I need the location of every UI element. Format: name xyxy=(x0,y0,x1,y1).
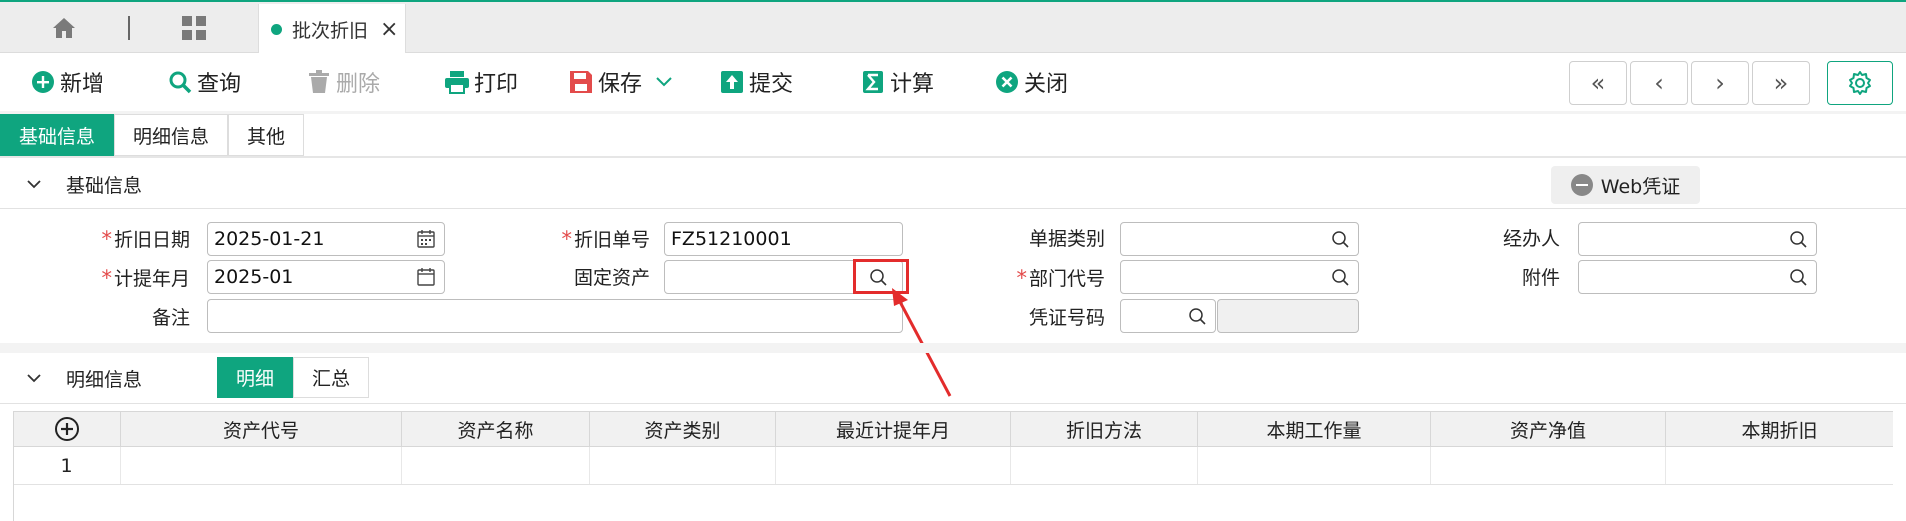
column-header[interactable]: 本期工作量 xyxy=(1198,412,1431,446)
grid-left-border xyxy=(13,411,14,521)
column-header[interactable]: 本期折旧 xyxy=(1666,412,1893,446)
table-cell[interactable] xyxy=(1011,447,1198,484)
table-cell[interactable] xyxy=(1198,447,1431,484)
column-header[interactable]: 资产净值 xyxy=(1431,412,1666,446)
table-cell[interactable] xyxy=(121,447,402,484)
detail-grid: 资产代号 资产名称 资产类别 最近计提年月 折旧方法 本期工作量 资产净值 本期… xyxy=(13,411,1893,485)
column-header[interactable]: 资产代号 xyxy=(121,412,402,446)
table-cell[interactable] xyxy=(1431,447,1666,484)
plus-circle-icon xyxy=(54,417,79,441)
table-cell[interactable] xyxy=(402,447,590,484)
table-cell[interactable] xyxy=(1666,447,1893,484)
add-row-button[interactable] xyxy=(13,412,121,446)
detail-divider xyxy=(0,403,1906,404)
row-index: 1 xyxy=(13,447,121,484)
chevron-down-icon xyxy=(27,374,41,383)
table-cell[interactable] xyxy=(776,447,1011,484)
column-header[interactable]: 资产类别 xyxy=(590,412,776,446)
detail-tabs: 明细 汇总 xyxy=(217,357,370,398)
tab-detail[interactable]: 明细 xyxy=(217,357,294,398)
grid-header: 资产代号 资产名称 资产类别 最近计提年月 折旧方法 本期工作量 资产净值 本期… xyxy=(13,411,1893,447)
section-title: 明细信息 xyxy=(66,368,143,391)
column-header[interactable]: 最近计提年月 xyxy=(776,412,1011,446)
tab-summary[interactable]: 汇总 xyxy=(293,357,370,398)
column-header[interactable]: 折旧方法 xyxy=(1011,412,1198,446)
table-row[interactable]: 1 xyxy=(13,447,1893,485)
section-gap xyxy=(0,343,1906,353)
column-header[interactable]: 资产名称 xyxy=(402,412,590,446)
table-cell[interactable] xyxy=(590,447,776,484)
